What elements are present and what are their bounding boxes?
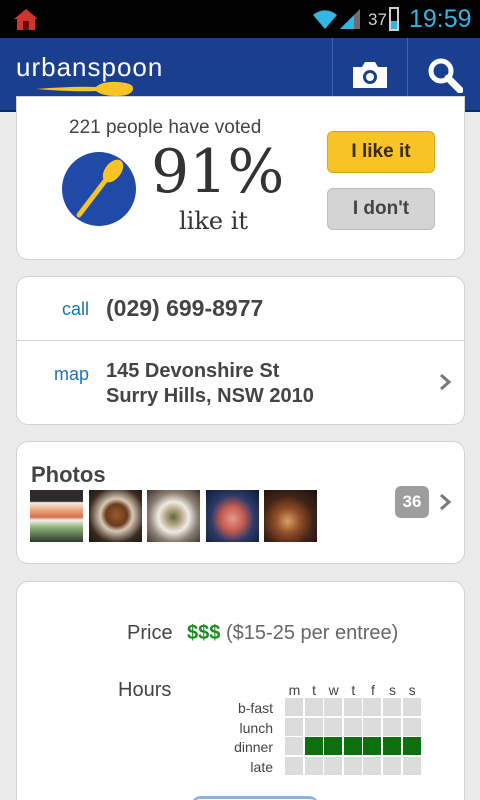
hours-cell bbox=[343, 717, 362, 736]
meal-label: lunch bbox=[239, 719, 273, 736]
hours-cell bbox=[324, 756, 343, 775]
like-caption: like it bbox=[179, 207, 249, 235]
price-level: $$$ bbox=[187, 622, 221, 644]
app-logo: urbanspoon bbox=[16, 52, 164, 82]
hours-cell bbox=[402, 698, 421, 716]
map-row[interactable]: map 145 Devonshire St Surry Hills, NSW 2… bbox=[17, 341, 464, 425]
day-label: m bbox=[288, 682, 301, 698]
hours-cell bbox=[304, 737, 323, 756]
search-icon bbox=[428, 58, 463, 93]
hours-cell bbox=[402, 737, 421, 756]
photos-title: Photos bbox=[31, 462, 106, 487]
info-card: Price $$$ ($15-25 per entree) Hours mtwt… bbox=[16, 581, 465, 800]
hours-cell bbox=[343, 737, 362, 756]
map-label: map bbox=[54, 364, 90, 384]
meal-label: dinner bbox=[234, 739, 273, 756]
day-label: s bbox=[389, 682, 396, 698]
address-suburb: Surry Hills, NSW 2010 bbox=[106, 385, 314, 407]
hours-cell bbox=[324, 698, 343, 716]
hours-cell bbox=[383, 756, 401, 775]
day-label: f bbox=[370, 682, 375, 698]
hours-cell bbox=[402, 717, 421, 736]
contact-card: call (029) 699-8977 map 145 Devonshire S… bbox=[16, 276, 465, 425]
battery-level: 37 bbox=[368, 10, 387, 29]
hours-cell bbox=[363, 756, 382, 775]
hours-cell bbox=[383, 717, 401, 736]
photo-thumbnail[interactable] bbox=[30, 490, 83, 542]
like-button[interactable]: I like it bbox=[327, 131, 435, 173]
battery-icon bbox=[389, 7, 399, 31]
chevron-right-icon bbox=[440, 373, 452, 391]
wifi-icon bbox=[313, 10, 337, 29]
photo-count-badge: 36 bbox=[395, 486, 429, 518]
clock: 19:59 bbox=[409, 5, 472, 33]
camera-icon bbox=[352, 62, 387, 88]
hours-cell bbox=[285, 698, 303, 716]
day-label: t bbox=[351, 682, 356, 698]
day-label: w bbox=[328, 682, 339, 698]
hours-cell bbox=[285, 756, 303, 775]
photos-card[interactable]: Photos 36 bbox=[16, 441, 465, 564]
hours-cell bbox=[383, 737, 401, 756]
like-percentage: 91% bbox=[151, 137, 285, 207]
photo-thumbnail[interactable] bbox=[89, 490, 142, 542]
home-notification-icon bbox=[14, 9, 38, 30]
hours-cell bbox=[304, 717, 323, 736]
day-label: t bbox=[312, 682, 317, 698]
meal-label: late bbox=[250, 758, 273, 775]
hours-cell bbox=[324, 737, 343, 756]
hours-cell bbox=[343, 698, 362, 716]
phone-number: (029) 699-8977 bbox=[106, 295, 264, 321]
price-label: Price bbox=[127, 622, 173, 644]
hours-label: Hours bbox=[118, 679, 172, 701]
photo-thumbnail[interactable] bbox=[147, 490, 200, 542]
signal-icon bbox=[340, 9, 360, 29]
dislike-button[interactable]: I don't bbox=[327, 188, 435, 230]
address-street: 145 Devonshire St bbox=[106, 360, 280, 382]
chevron-right-icon bbox=[440, 493, 452, 511]
vote-count: 221 people have voted bbox=[69, 117, 262, 138]
call-label: call bbox=[62, 299, 90, 319]
hours-cell bbox=[304, 756, 323, 775]
meal-label: b-fast bbox=[237, 700, 273, 716]
hours-cell bbox=[383, 698, 401, 716]
rating-card: 221 people have voted 91% like it I like… bbox=[16, 96, 465, 260]
hours-cell bbox=[363, 717, 382, 736]
hours-cell bbox=[343, 756, 362, 775]
hours-cell bbox=[285, 717, 303, 736]
photo-thumbnail[interactable] bbox=[206, 490, 259, 542]
hours-cell bbox=[304, 698, 323, 716]
hours-cell bbox=[285, 737, 303, 756]
hours-cell bbox=[363, 737, 382, 756]
price-range: ($15-25 per entree) bbox=[226, 622, 399, 644]
next-button-edge[interactable] bbox=[191, 796, 319, 800]
hours-cell bbox=[402, 756, 421, 775]
hours-cell bbox=[324, 717, 343, 736]
call-row[interactable]: call (029) 699-8977 bbox=[17, 277, 464, 341]
status-bar: 37 19:59 bbox=[0, 0, 480, 38]
day-label: s bbox=[408, 682, 416, 698]
photo-thumbnail[interactable] bbox=[264, 490, 317, 542]
hours-cell bbox=[363, 698, 382, 716]
spoon-rating-icon bbox=[62, 152, 136, 226]
